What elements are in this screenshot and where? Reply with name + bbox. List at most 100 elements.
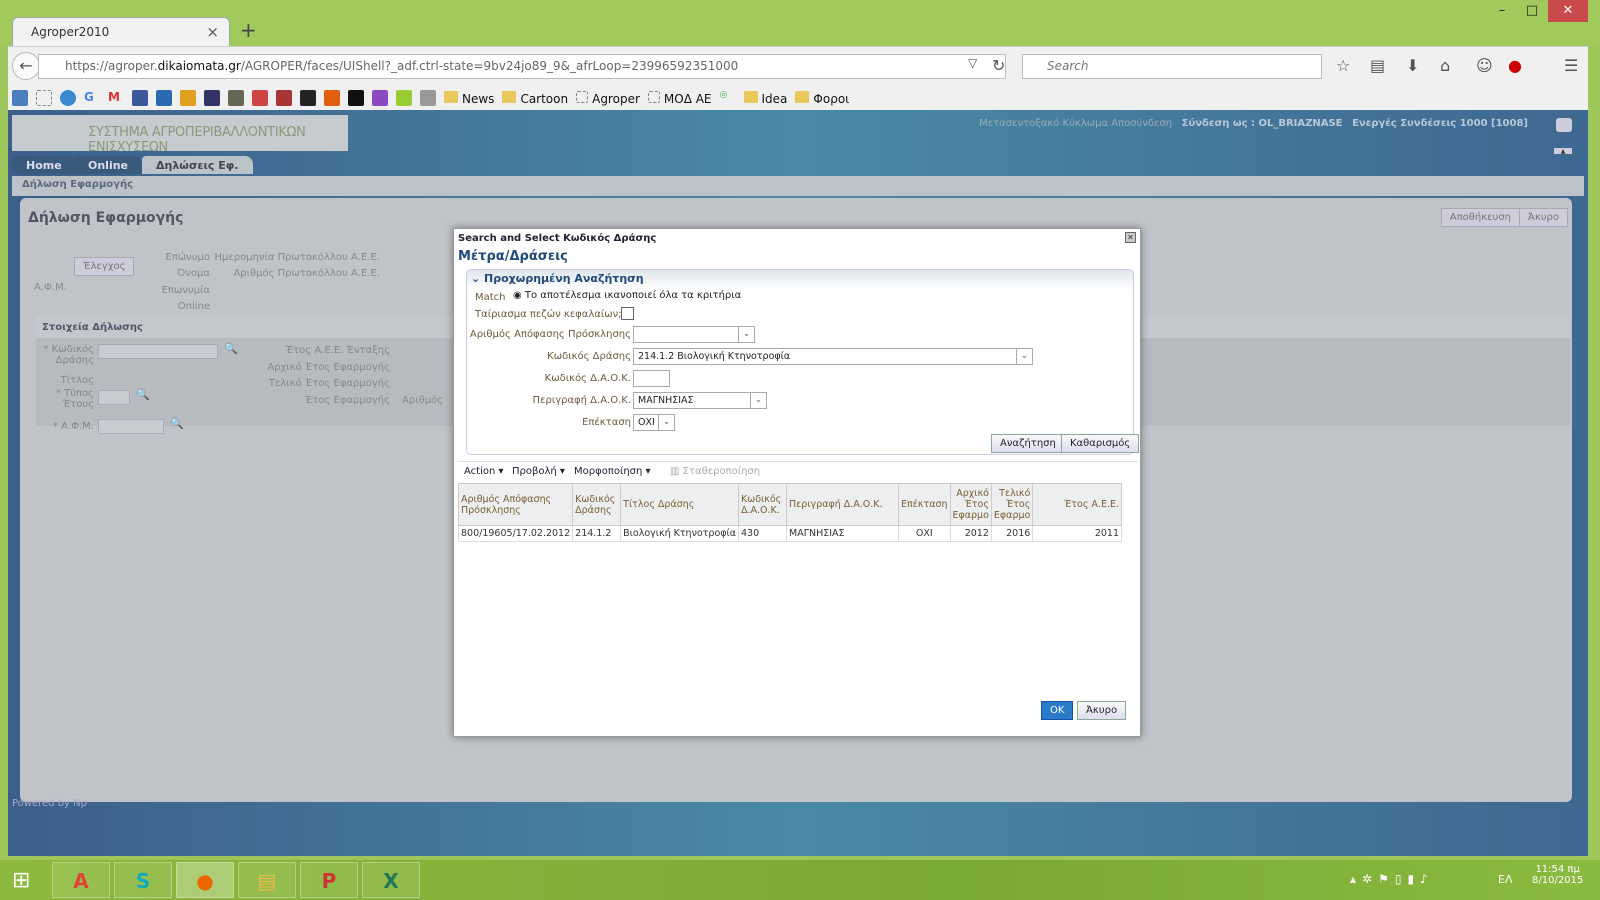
bookmark-icon[interactable] [204,90,220,106]
search-icon[interactable]: 🔍 [136,388,150,401]
cancel-button[interactable]: Άκυρο [1518,208,1568,227]
acrobat-task-icon[interactable]: A [52,862,110,898]
column-header[interactable]: Αρχικό Έτος Εφαρμο [949,483,992,526]
bookmark-icon[interactable] [300,90,316,106]
powerpoint-task-icon[interactable]: P [300,862,358,898]
adblock-icon[interactable]: ● [1508,56,1522,75]
menu-icon[interactable]: ☰ [1564,56,1578,75]
bookmark-cartoon[interactable]: Cartoon [502,90,568,106]
bookmark-icon[interactable] [396,90,412,106]
reading-list-icon[interactable]: ▤ [1370,56,1385,75]
language-indicator[interactable]: ΕΛ [1498,873,1512,886]
bookmark-foroi[interactable]: Φοροι [795,90,849,106]
bookmark-idea[interactable]: Idea [743,90,787,106]
daok-desc-select[interactable]: ΜΑΓΝΗΣΙΑΣ ⌄ [633,392,767,409]
reload-icon[interactable]: ↻ [992,56,1005,75]
bookmark-mod[interactable]: ΜΟΔ ΑΕ [647,90,712,106]
chevron-down-icon[interactable]: ⌄ [738,327,754,342]
download-icon[interactable]: ⬇ [1406,56,1419,75]
table-row[interactable]: 800/19605/17.02.2012 214.1.2 Βιολογική Κ… [457,525,1122,542]
decision-select[interactable]: ⌄ [633,326,755,343]
extension-select[interactable]: ΟΧΙ ⌄ [633,414,675,431]
chevron-down-icon[interactable]: ⌄ [1016,349,1032,364]
column-header[interactable]: Αριθμός Απόφασης Πρόσκλησης [457,483,574,526]
action-code-input[interactable] [98,344,218,359]
bookmark-icon[interactable] [324,90,340,106]
bookmark-icon[interactable] [180,90,196,106]
excel-task-icon[interactable]: X [362,862,420,898]
bookmark-icon[interactable] [60,90,76,106]
tab-online[interactable]: Online [74,156,143,174]
tray-icons[interactable]: ▴✲⚑▯▮♪ [1350,872,1434,886]
gmail-icon[interactable]: M [108,90,124,106]
windows-start-icon[interactable]: ⊞ [12,868,30,893]
tab-home[interactable]: Home [12,156,76,174]
case-checkbox[interactable] [621,307,634,320]
column-header[interactable]: Τίτλος Δράσης [620,483,740,526]
chevron-down-icon[interactable]: ⌄ [658,415,674,430]
bookmark-icon[interactable] [348,90,364,106]
bookmark-icon[interactable] [276,90,292,106]
column-header[interactable]: Επέκταση [898,483,951,526]
save-button[interactable]: Αποθήκευση [1440,208,1520,227]
search-icon[interactable]: 🔍 [170,417,184,430]
oracle-icon[interactable] [1556,118,1572,132]
browser-tab[interactable]: Agroper2010 × [12,17,230,47]
url-bar[interactable]: https://agroper.dikaiomata.gr/AGROPER/fa… [38,54,1006,79]
bookmark-icon[interactable]: ◎ [720,90,736,106]
column-header[interactable]: Περιγραφή Δ.Α.Ο.Κ. [786,483,900,526]
daok-code-input[interactable] [633,370,670,387]
tab-title: Agroper2010 [31,25,110,39]
home-icon[interactable]: ⌂ [1440,56,1450,75]
firefox-task-icon[interactable]: ● [176,862,234,898]
bookmark-star-icon[interactable]: ☆ [1336,56,1350,75]
bookmark-icon[interactable] [36,90,52,106]
collapse-icon[interactable]: ▲ [1554,148,1572,155]
tab-declarations[interactable]: Δηλώσεις Εφ. [142,156,253,174]
afm-input[interactable] [98,419,164,434]
bookmark-news[interactable]: News [444,90,494,106]
back-icon[interactable]: ← [12,52,40,80]
logout-link[interactable]: Μετασεντοξακό Κύκλωμα Αποσύνδεση [979,118,1172,129]
bookmark-icon[interactable] [420,90,436,106]
bookmark-icon[interactable] [156,90,172,106]
view-menu[interactable]: Προβολή ▾ [512,466,565,477]
search-input[interactable]: Search [1022,54,1322,79]
format-menu[interactable]: Μορφοποίηση ▾ [574,466,651,477]
year-type-input[interactable] [98,390,130,405]
google-icon[interactable]: G [84,90,100,106]
chat-icon[interactable]: ☺ [1476,56,1493,75]
column-header[interactable]: Έτος Α.Ε.Ε. [1032,483,1122,526]
column-header[interactable]: Κωδικός Δράσης [572,483,622,526]
skype-task-icon[interactable]: S [114,862,172,898]
clock[interactable]: 11:54 πμ 8/10/2015 [1532,864,1583,886]
action-code-select[interactable]: 214.1.2 Βιολογική Κτηνοτροφία ⌄ [633,348,1033,365]
breadcrumb-item[interactable]: Δήλωση Εφαρμογής [22,179,133,190]
action-menu[interactable]: Action ▾ [464,466,504,477]
chevron-down-icon[interactable]: ⌄ [750,393,766,408]
freeze-button[interactable]: ▥ Σταθεροποίηση [670,466,760,477]
bookmark-icon[interactable] [252,90,268,106]
dialog-cancel-button[interactable]: Άκυρο [1077,701,1127,720]
dropdown-icon[interactable]: ▽ [968,56,977,70]
close-window-icon[interactable]: ✕ [1548,0,1588,22]
ok-button[interactable]: OK [1041,701,1074,720]
bookmark-icon[interactable] [372,90,388,106]
facebook-icon[interactable] [132,90,148,106]
column-header[interactable]: Κωδικός Δ.Α.Ο.Κ. [738,483,788,526]
new-tab-icon[interactable]: + [240,18,257,42]
check-button[interactable]: Έλεγχος [74,257,135,276]
close-icon[interactable]: ✕ [1125,232,1136,243]
search-button[interactable]: Αναζήτηση [991,434,1065,453]
column-header[interactable]: Τελικό Έτος Εφαρμο [990,483,1034,526]
bookmark-icon[interactable] [12,90,28,106]
explorer-task-icon[interactable]: ▤ [238,862,296,898]
reset-button[interactable]: Καθαρισμός [1061,434,1140,453]
close-tab-icon[interactable]: × [206,23,219,41]
bookmark-icon[interactable] [228,90,244,106]
match-radio[interactable]: ◉ Το αποτέλεσμα ικανοποιεί όλα τα κριτήρ… [513,290,741,301]
bookmark-agroper[interactable]: Agroper [576,90,640,106]
advanced-search-toggle[interactable]: ⌄ Προχωρημένη Αναζήτηση [471,272,644,285]
maximize-icon[interactable]: □ [1512,0,1552,22]
taskbar: ⊞ A S ● ▤ P X ▴✲⚑▯▮♪ ΕΛ 11:54 πμ 8/10/201… [0,860,1600,900]
